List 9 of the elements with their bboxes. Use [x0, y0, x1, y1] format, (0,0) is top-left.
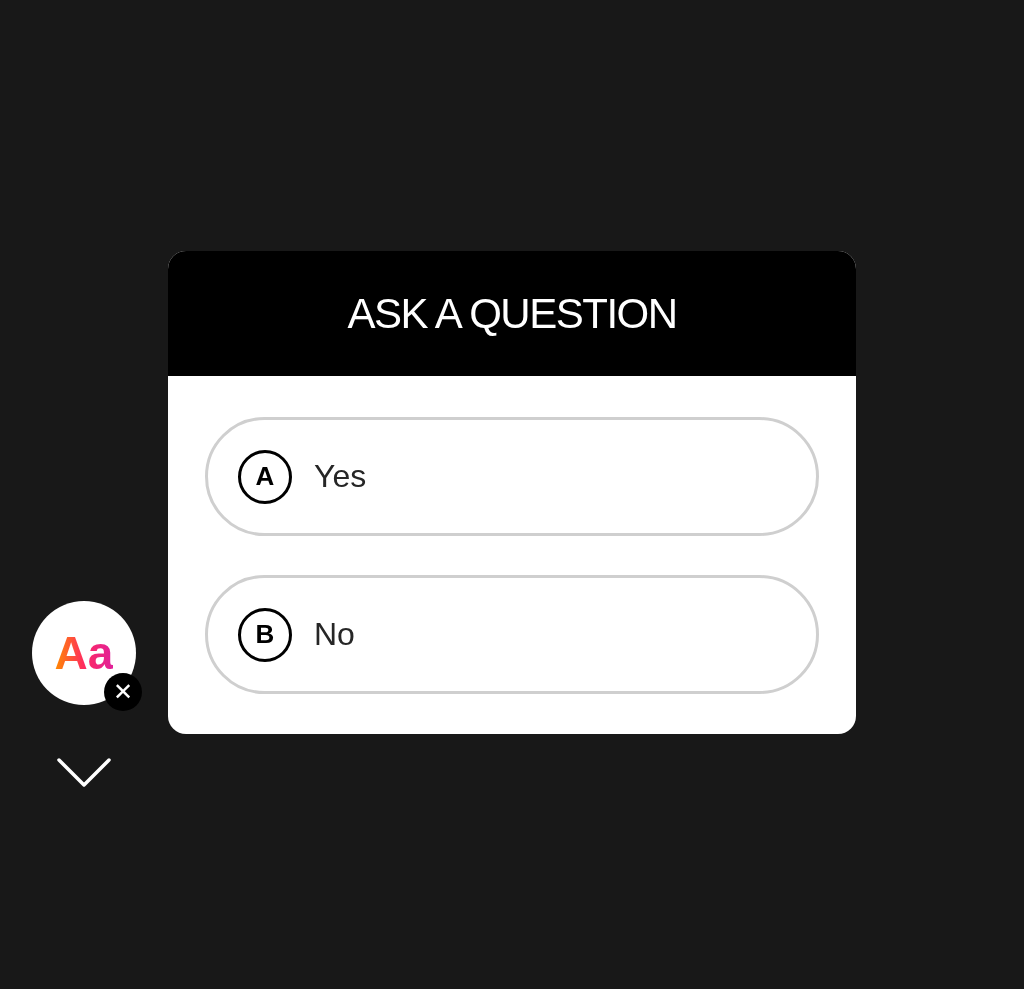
card-title: ASK A QUESTION — [347, 289, 677, 338]
option-text: No — [314, 616, 355, 653]
answer-option[interactable]: A Yes — [205, 417, 819, 536]
option-letter: A — [238, 449, 292, 504]
option-text: Yes — [314, 458, 367, 495]
remove-button[interactable]: ✕ — [104, 673, 142, 711]
answer-option[interactable]: B No — [205, 575, 819, 694]
option-letter: B — [238, 607, 292, 662]
chevron-down-icon[interactable] — [56, 757, 112, 789]
